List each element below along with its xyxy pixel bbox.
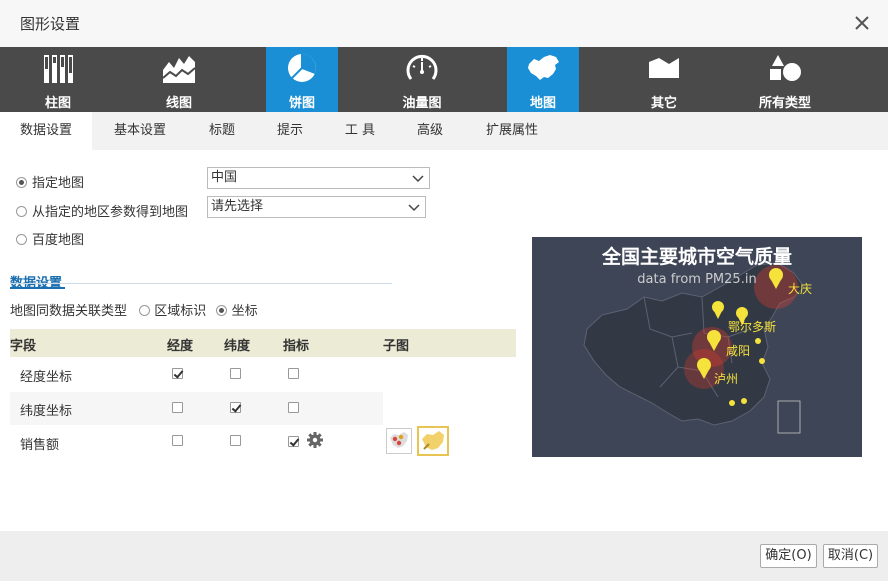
field-name: 销售额 bbox=[20, 438, 60, 453]
ok-button[interactable]: 确定(O) bbox=[760, 544, 817, 568]
region-param-select[interactable]: 请先选择 bbox=[207, 196, 426, 218]
gauge-chart-icon bbox=[406, 54, 438, 80]
dialog-titlebar: 图形设置 bbox=[0, 0, 888, 47]
latitude-checkbox[interactable] bbox=[230, 368, 241, 379]
subchart-selected-thumbnail[interactable] bbox=[417, 426, 449, 456]
radio-label: 百度地图 bbox=[32, 233, 85, 248]
radio-region-id[interactable] bbox=[139, 305, 151, 316]
column-header-latitude: 纬度 bbox=[224, 339, 251, 354]
subchart-map-thumbnail[interactable] bbox=[386, 428, 412, 454]
dialog-footer bbox=[0, 531, 888, 581]
chart-type-label: 所有类型 bbox=[758, 96, 811, 111]
radio-coordinates[interactable] bbox=[216, 305, 228, 316]
tab-basic-settings[interactable]: 基本设置 bbox=[104, 112, 176, 150]
china-map-image bbox=[583, 262, 805, 434]
radio-label: 区域标识 bbox=[154, 304, 207, 319]
chart-type-other[interactable]: 其它 bbox=[628, 47, 700, 112]
latitude-checkbox[interactable] bbox=[230, 435, 241, 446]
close-icon[interactable] bbox=[850, 11, 874, 35]
city-label: 大庆 bbox=[788, 282, 813, 296]
tab-tooltip[interactable]: 提示 bbox=[267, 112, 313, 150]
chart-type-label: 饼图 bbox=[288, 96, 315, 111]
column-header-longitude: 经度 bbox=[167, 339, 194, 354]
column-header-field: 字段 bbox=[10, 339, 37, 354]
association-label: 地图同数据关联类型 bbox=[10, 304, 128, 319]
other-chart-icon bbox=[649, 58, 679, 78]
radio-button[interactable] bbox=[16, 234, 27, 245]
field-name: 经度坐标 bbox=[20, 370, 73, 385]
chevron-down-icon bbox=[412, 175, 424, 183]
association-type-row: 地图同数据关联类型 区域标识 坐标 bbox=[10, 300, 258, 319]
chart-type-label: 地图 bbox=[529, 96, 556, 111]
pie-chart-icon bbox=[288, 54, 316, 82]
radio-label: 指定地图 bbox=[32, 176, 85, 191]
map-preview: 全国主要城市空气质量 data from PM25.in 大庆 鄂尔多斯 咸阳 … bbox=[532, 237, 862, 457]
chart-type-gauge[interactable]: 油量图 bbox=[386, 47, 458, 112]
all-types-icon bbox=[770, 55, 801, 81]
table-row: 纬度坐标 bbox=[10, 392, 383, 425]
chart-type-label: 其它 bbox=[650, 96, 677, 111]
tab-tools[interactable]: 工 具 bbox=[336, 112, 384, 150]
table-row: 销售额 bbox=[10, 426, 383, 459]
region-param-select-value: 请先选择 bbox=[211, 199, 264, 214]
column-header-metric: 指标 bbox=[283, 339, 310, 354]
chart-type-label: 线图 bbox=[165, 96, 192, 111]
tab-extended-properties[interactable]: 扩展属性 bbox=[477, 112, 547, 150]
metric-checkbox[interactable] bbox=[288, 368, 299, 379]
radio-baidu-map[interactable]: 百度地图 bbox=[16, 229, 84, 248]
map-yellow-icon bbox=[422, 431, 444, 450]
field-name: 纬度坐标 bbox=[20, 404, 73, 419]
map-select[interactable]: 中国 bbox=[207, 167, 430, 189]
table-row: 经度坐标 bbox=[10, 358, 383, 391]
radio-button[interactable] bbox=[16, 206, 27, 217]
cancel-button[interactable]: 取消(C) bbox=[823, 544, 878, 568]
tab-data-settings[interactable]: 数据设置 bbox=[0, 112, 92, 150]
map-subtitle: data from PM25.in bbox=[637, 272, 757, 287]
divider bbox=[10, 283, 392, 284]
longitude-checkbox[interactable] bbox=[172, 435, 183, 446]
latitude-checkbox[interactable] bbox=[230, 402, 241, 413]
tab-title[interactable]: 标题 bbox=[199, 112, 245, 150]
dialog-title: 图形设置 bbox=[20, 15, 81, 33]
chart-type-all[interactable]: 所有类型 bbox=[749, 47, 821, 112]
divider-accent bbox=[10, 287, 65, 289]
bar-chart-icon bbox=[44, 55, 73, 83]
map-chart-icon bbox=[528, 55, 559, 80]
radio-label: 从指定的地区参数得到地图 bbox=[32, 205, 189, 220]
gear-icon[interactable] bbox=[306, 431, 324, 449]
line-chart-icon bbox=[162, 56, 196, 83]
tab-advanced[interactable]: 高级 bbox=[406, 112, 454, 150]
table-header: 字段 经度 纬度 指标 子图 bbox=[10, 329, 516, 357]
chart-type-pie[interactable]: 饼图 bbox=[266, 47, 338, 112]
map-title: 全国主要城市空气质量 bbox=[601, 246, 792, 268]
city-label: 咸阳 bbox=[726, 344, 751, 358]
radio-map-from-param[interactable]: 从指定的地区参数得到地图 bbox=[16, 201, 188, 220]
city-label: 泸州 bbox=[714, 372, 739, 386]
radio-button[interactable] bbox=[16, 177, 27, 188]
chevron-down-icon bbox=[408, 204, 420, 212]
chart-type-toolbar: 柱图 线图 饼图 油量图 地图 其它 所有类型 bbox=[0, 47, 888, 112]
map-markers-icon bbox=[390, 432, 408, 448]
metric-checkbox[interactable] bbox=[288, 402, 299, 413]
column-header-subchart: 子图 bbox=[383, 339, 410, 354]
radio-specified-map[interactable]: 指定地图 bbox=[16, 172, 84, 191]
city-label: 鄂尔多斯 bbox=[728, 320, 777, 334]
chart-type-line[interactable]: 线图 bbox=[143, 47, 215, 112]
radio-label: 坐标 bbox=[231, 304, 258, 319]
chart-type-map[interactable]: 地图 bbox=[507, 47, 579, 112]
metric-checkbox[interactable] bbox=[288, 436, 299, 447]
longitude-checkbox[interactable] bbox=[172, 368, 183, 379]
chart-type-bar[interactable]: 柱图 bbox=[22, 47, 94, 112]
chart-type-label: 柱图 bbox=[44, 96, 71, 111]
chart-type-label: 油量图 bbox=[402, 96, 442, 111]
longitude-checkbox[interactable] bbox=[172, 402, 183, 413]
settings-tabs: 数据设置 基本设置 标题 提示 工 具 高级 扩展属性 bbox=[0, 112, 888, 150]
map-select-value: 中国 bbox=[211, 170, 238, 185]
